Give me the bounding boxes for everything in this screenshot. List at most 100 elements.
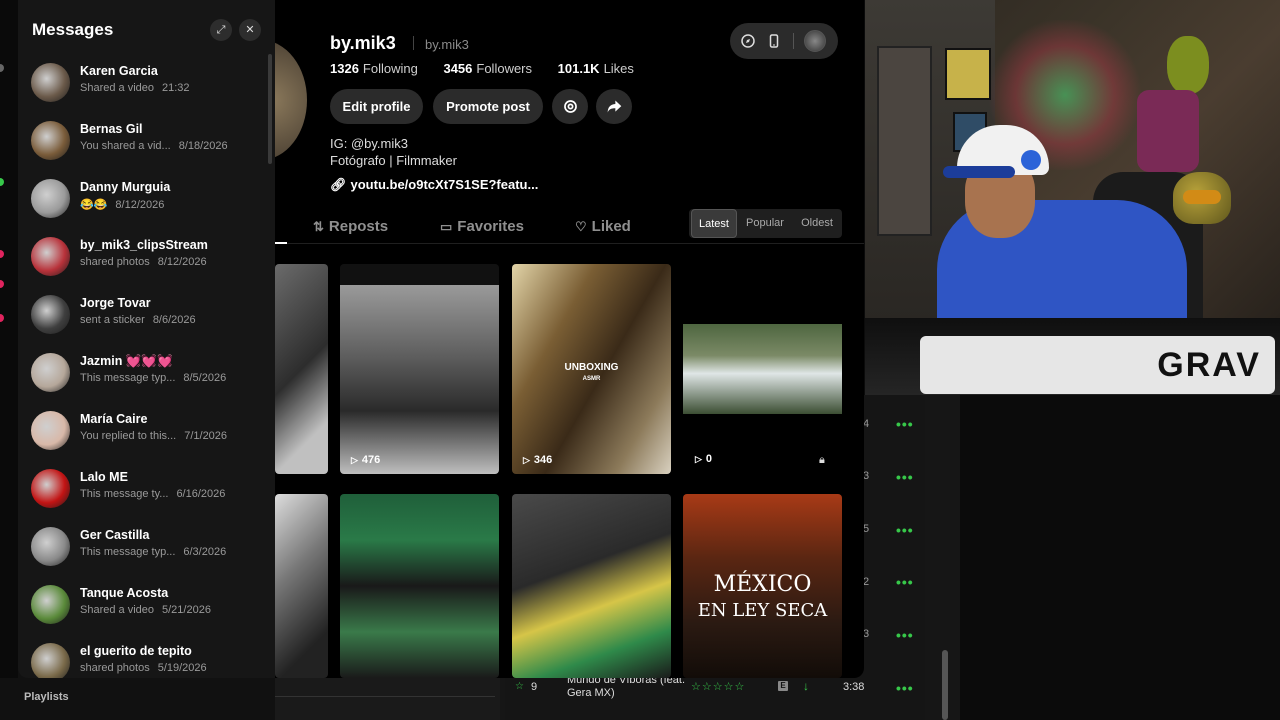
share-button[interactable] xyxy=(596,89,632,124)
play-icon: ▷ xyxy=(523,455,530,465)
sort-latest-button[interactable]: Latest xyxy=(691,209,737,238)
bookmark-icon: ▭ xyxy=(440,219,453,234)
music-scrollbar[interactable] xyxy=(942,650,948,720)
avatar[interactable] xyxy=(31,469,70,508)
followers-count[interactable]: 3456 xyxy=(443,61,472,76)
avatar[interactable] xyxy=(31,121,70,160)
compass-icon[interactable] xyxy=(740,33,756,49)
conversation-item[interactable]: Ger Castilla This message typ... 6/3/2026 xyxy=(31,522,261,572)
conversation-item[interactable]: Karen Garcia Shared a video 21:32 xyxy=(31,58,261,108)
preview-text: This message typ... xyxy=(80,372,176,384)
conversation-item[interactable]: Lalo ME This message ty... 6/16/2026 xyxy=(31,464,261,514)
view-count-value: 0 xyxy=(705,453,713,465)
conversation-preview: You shared a vid... 8/18/2026 xyxy=(80,140,228,152)
edge-indicator xyxy=(0,64,4,72)
likes-count: 101.1K xyxy=(557,61,600,76)
divider xyxy=(793,33,794,49)
following-label[interactable]: Following xyxy=(363,61,418,76)
sort-popular-button[interactable]: Popular xyxy=(740,209,790,238)
conversation-item[interactable]: Jazmin 💓💓💓 This message typ... 8/5/2026 xyxy=(31,348,261,398)
tab-favorites[interactable]: ▭ Favorites xyxy=(440,218,524,235)
video-thumbnail[interactable] xyxy=(512,494,671,678)
explicit-badge: E xyxy=(778,681,788,691)
profile-link[interactable]: 🔗︎ youtu.be/o9tcXt7S1SE?featu... xyxy=(330,177,538,193)
conversation-item[interactable]: Jorge Tovar sent a sticker 8/6/2026 xyxy=(31,290,261,340)
link-icon: 🔗︎ xyxy=(330,177,347,192)
video-thumbnail[interactable]: MÉXICO EN LEY SECA xyxy=(683,494,842,678)
tab-reposts[interactable]: ⇅ Reposts xyxy=(313,218,388,235)
cam-cap-logo xyxy=(1021,150,1041,170)
avatar[interactable] xyxy=(31,237,70,276)
conversation-item[interactable]: el guerito de tepito shared photos 5/19/20… xyxy=(31,638,261,678)
track-number: 9 xyxy=(531,681,538,693)
cam-picture-frame xyxy=(945,48,991,100)
followers-label[interactable]: Followers xyxy=(476,61,532,76)
edit-profile-button[interactable]: Edit profile xyxy=(330,89,423,124)
timestamp: 8/12/2026 xyxy=(115,199,165,211)
active-tab-indicator xyxy=(275,242,287,244)
messages-scrollbar[interactable] xyxy=(268,54,272,164)
conversation-item[interactable]: by_mik3_clipsStream shared photos 8/12/202… xyxy=(31,232,261,282)
avatar[interactable] xyxy=(31,643,70,678)
tab-liked[interactable]: ♡ Liked xyxy=(575,218,631,235)
account-avatar[interactable] xyxy=(804,30,826,52)
thumbnail-overlay-title: UNBOXING xyxy=(564,362,619,373)
promote-post-button[interactable]: Promote post xyxy=(433,89,543,124)
avatar[interactable] xyxy=(31,527,70,566)
preview-text: shared photos xyxy=(80,256,150,268)
avatar[interactable] xyxy=(31,63,70,102)
view-count: ▷ 346 xyxy=(523,454,552,466)
divider xyxy=(275,696,495,697)
close-icon[interactable]: ✕ xyxy=(239,19,261,41)
video-thumbnail[interactable]: UNBOXING ASMR ▷ 346 xyxy=(512,264,671,474)
gear-icon xyxy=(563,100,577,113)
conversation-item[interactable]: Danny Murguia 😂😂 8/12/2026 xyxy=(31,174,261,224)
conversation-item[interactable]: María Caire You replied to this... 7/1/202… xyxy=(31,406,261,456)
sort-toggle-group: Latest Popular Oldest xyxy=(689,209,842,238)
following-count[interactable]: 1326 xyxy=(330,61,359,76)
video-thumbnail[interactable] xyxy=(275,494,328,678)
more-options-icon[interactable]: ••• xyxy=(896,574,914,590)
more-options-icon[interactable]: ••• xyxy=(896,522,914,538)
messages-title: Messages xyxy=(32,20,114,39)
expand-icon[interactable]: ⤢ xyxy=(210,19,232,41)
avatar[interactable] xyxy=(31,179,70,218)
tab-label: Liked xyxy=(591,218,631,235)
conversation-item[interactable]: Tanque Acosta Shared a video 5/21/2026 xyxy=(31,580,261,630)
webcam-overlay: GRAV xyxy=(865,0,1280,395)
avatar[interactable] xyxy=(31,585,70,624)
track-rating[interactable]: ☆☆☆☆☆ xyxy=(691,680,745,693)
photo-thumbnail[interactable] xyxy=(340,494,499,678)
repost-icon: ⇅ xyxy=(313,219,324,234)
more-options-icon[interactable]: ••• xyxy=(896,416,914,432)
avatar[interactable] xyxy=(31,353,70,392)
favorite-star-icon[interactable]: ☆ xyxy=(515,681,524,692)
track-row[interactable]: ☆ 9 Mundo de Víboras (feat. Gera MX) ☆☆☆… xyxy=(505,674,925,706)
conversation-name: María Caire xyxy=(80,412,148,426)
conversation-name: by_mik3_clipsStream xyxy=(80,238,208,252)
thumbnail-overlay-subtitle: EN LEY SECA xyxy=(697,600,828,621)
profile-link-text[interactable]: youtu.be/o9tcXt7S1SE?featu... xyxy=(351,177,539,192)
profile-avatar[interactable] xyxy=(275,40,307,160)
lock-icon: 🔒︎ xyxy=(819,454,825,466)
playlists-label[interactable]: Playlists xyxy=(24,691,69,703)
cam-figure xyxy=(1137,90,1199,172)
conversation-name: Jorge Tovar xyxy=(80,296,151,310)
conversation-name: Bernas Gil xyxy=(80,122,143,136)
video-thumbnail[interactable]: ▷ 476 xyxy=(340,264,499,474)
phone-icon[interactable] xyxy=(766,33,782,49)
timestamp: 6/3/2026 xyxy=(183,546,227,558)
sort-oldest-button[interactable]: Oldest xyxy=(793,209,841,238)
avatar[interactable] xyxy=(31,295,70,334)
play-icon: ▷ xyxy=(695,454,702,464)
more-options-icon[interactable]: ••• xyxy=(896,469,914,485)
video-thumbnail[interactable] xyxy=(683,324,842,414)
settings-button[interactable] xyxy=(552,89,588,124)
left-edge-sidebar xyxy=(0,0,18,720)
download-icon[interactable]: ↓ xyxy=(803,679,809,693)
conversation-name: Ger Castilla xyxy=(80,528,150,542)
more-options-icon[interactable]: ••• xyxy=(896,627,914,643)
avatar[interactable] xyxy=(31,411,70,450)
conversation-item[interactable]: Bernas Gil You shared a vid... 8/18/2026 xyxy=(31,116,261,166)
video-thumbnail[interactable] xyxy=(275,264,328,474)
